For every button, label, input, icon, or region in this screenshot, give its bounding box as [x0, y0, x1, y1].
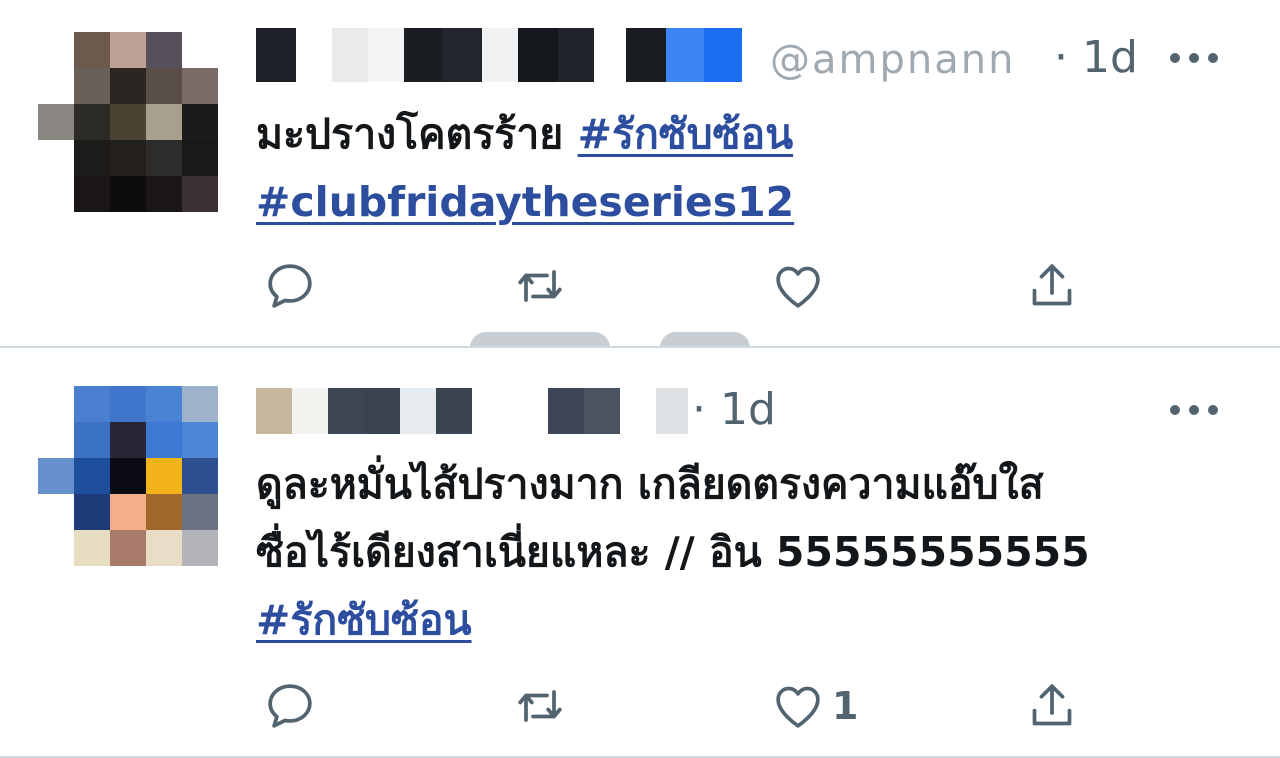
retweet-button[interactable]: [512, 258, 574, 314]
share-icon: [1032, 684, 1072, 726]
hashtag-link[interactable]: #รักซับซ้อน: [256, 596, 472, 644]
reply-button[interactable]: [262, 258, 324, 314]
tweet[interactable]: @ampnann · 1d มะปรางโคตรร้าย #รักซับซ้อน…: [0, 0, 1280, 348]
hashtag-link[interactable]: #clubfridaytheseries12: [256, 178, 794, 226]
reply-icon: [268, 684, 312, 728]
timestamp[interactable]: · 1d: [692, 388, 776, 432]
hashtag-link[interactable]: #รักซับซ้อน: [578, 110, 794, 158]
more-icon[interactable]: [1170, 52, 1218, 64]
reply-button[interactable]: [262, 678, 324, 734]
retweet-icon: [518, 690, 562, 722]
share-icon: [1032, 264, 1072, 306]
tweet-text-content: มะปรางโคตรร้าย: [256, 110, 564, 158]
avatar[interactable]: [38, 32, 218, 212]
avatar[interactable]: [38, 386, 218, 566]
heart-icon: [776, 266, 820, 308]
author-name-redacted[interactable]: [256, 28, 742, 82]
more-icon[interactable]: [1170, 404, 1218, 416]
tweet-text: มะปรางโคตรร้าย #รักซับซ้อน #clubfridayth…: [256, 100, 1246, 236]
tweet[interactable]: · 1d ดูละหมั่นไส้ปรางมาก เกลียดตรงความแอ…: [0, 348, 1280, 756]
share-button[interactable]: [1024, 678, 1086, 734]
like-button[interactable]: [770, 258, 832, 314]
reply-icon: [268, 264, 312, 308]
tweet-text-line: ซื่อไร้เดียงสาเนี่ยแหละ // อิน 555555555…: [256, 528, 1090, 576]
author-name-redacted[interactable]: [256, 388, 688, 434]
timestamp[interactable]: · 1d: [1054, 36, 1138, 80]
like-button[interactable]: 1: [770, 678, 858, 734]
author-handle[interactable]: @ampnann: [770, 40, 1015, 80]
retweet-button[interactable]: [512, 678, 574, 734]
retweet-icon: [518, 270, 562, 302]
heart-icon: [776, 686, 820, 728]
tweet-text-line: ดูละหมั่นไส้ปรางมาก เกลียดตรงความแอ๊บใส: [256, 460, 1044, 508]
share-button[interactable]: [1024, 258, 1086, 314]
like-count: 1: [832, 684, 859, 728]
tweet-text: ดูละหมั่นไส้ปรางมาก เกลียดตรงความแอ๊บใส …: [256, 450, 1246, 654]
